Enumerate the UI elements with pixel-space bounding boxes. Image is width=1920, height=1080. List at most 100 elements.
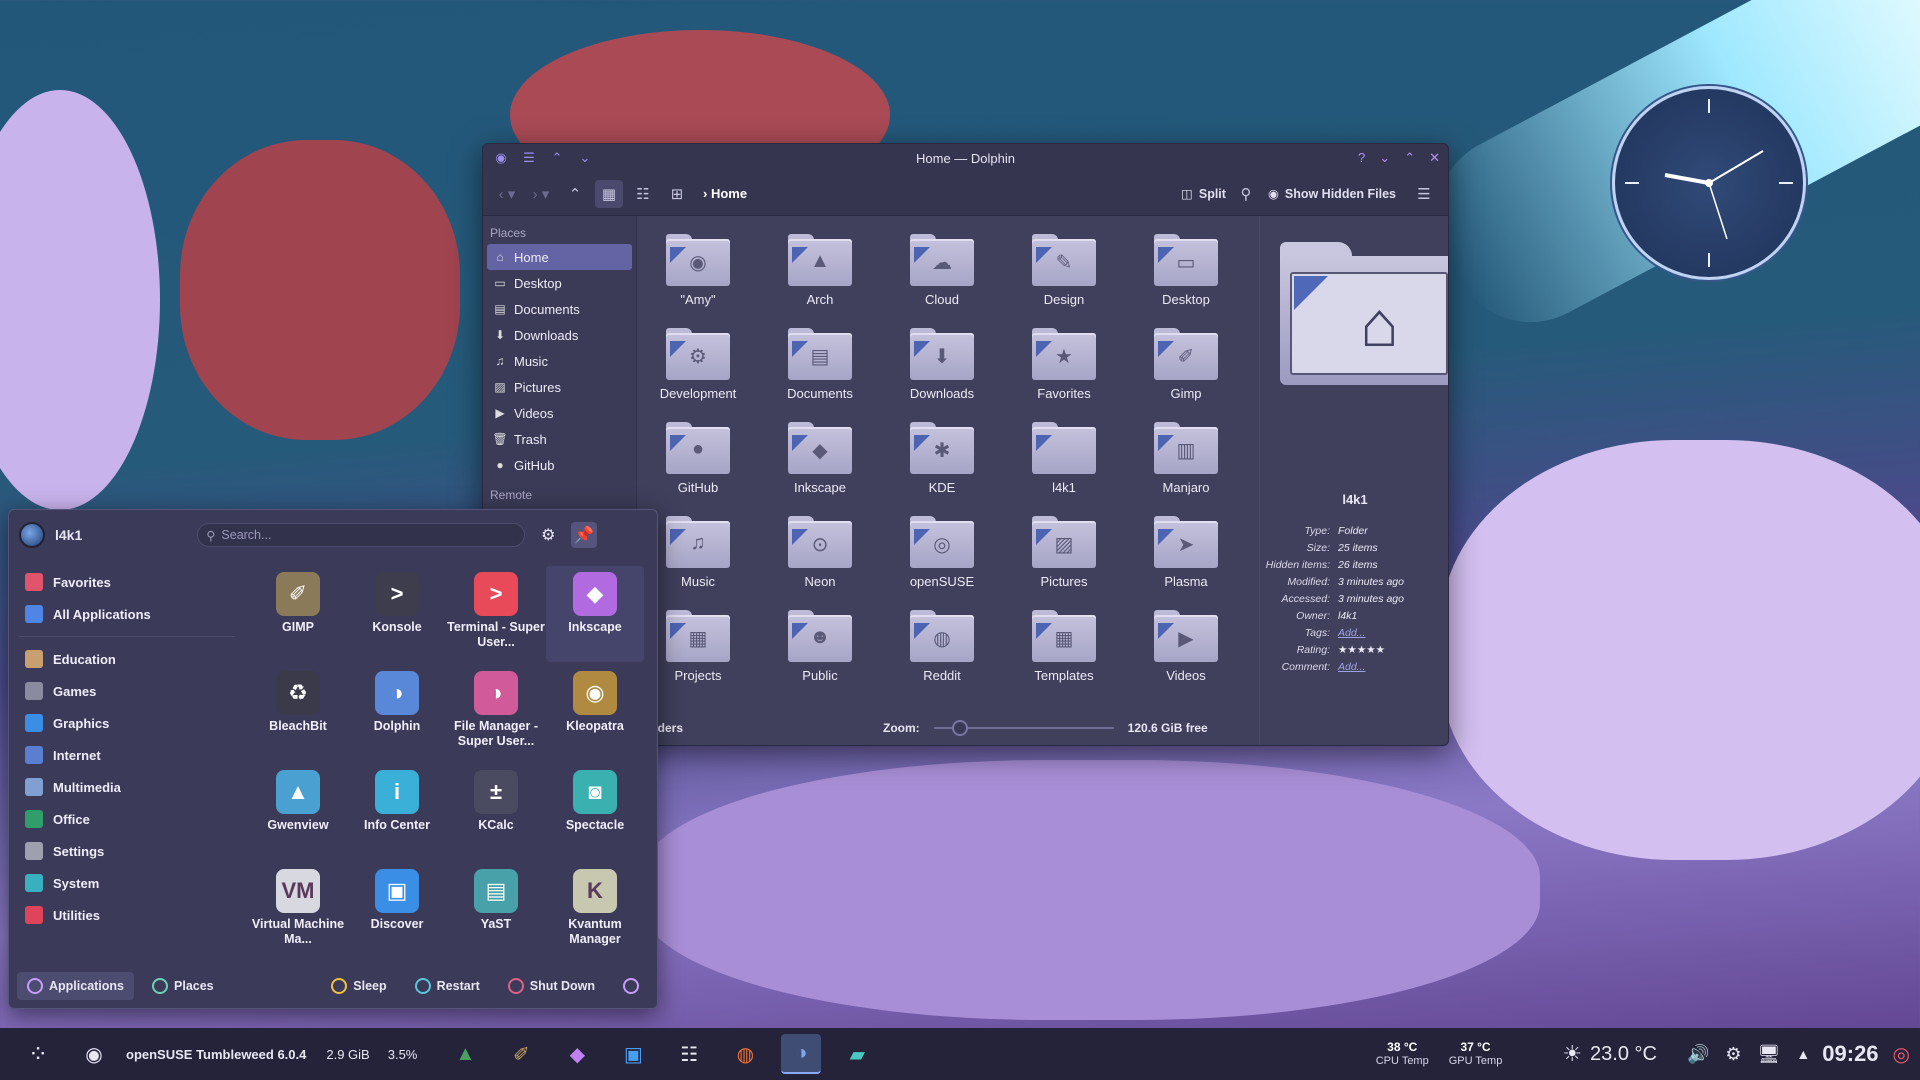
weather-temp[interactable]: 23.0 °C (1590, 1043, 1657, 1066)
keep-above-icon[interactable]: ⌃ (547, 148, 567, 168)
applications-tab[interactable]: Applications (17, 972, 135, 1000)
app-info[interactable]: i Info Center (348, 764, 446, 860)
zoom-slider[interactable] (933, 720, 1114, 736)
category-utilities[interactable]: Utilities (9, 899, 245, 931)
window-titlebar[interactable]: ◉ ☰ ⌃ ⌄ Home — Dolphin ? ⌄ ⌃ ✕ (483, 144, 1448, 172)
folder-item[interactable]: ▶ Videos (1131, 610, 1241, 700)
metadata-value[interactable]: Add... (1338, 661, 1365, 673)
opensuse-logo-icon[interactable]: ◎ (1893, 1042, 1910, 1067)
folder-item[interactable]: ⚙ Development (643, 328, 753, 418)
places-item-github[interactable]: ● GitHub (487, 452, 632, 478)
search-icon[interactable]: ⚲ (1232, 180, 1260, 208)
avatar[interactable] (19, 522, 45, 548)
app-dolphin[interactable]: ◑ Dolphin (348, 665, 446, 761)
help-icon[interactable]: ? (1358, 150, 1365, 166)
weather-sun-icon[interactable]: ☀ (1562, 1041, 1582, 1067)
folder-item[interactable]: ◍ Reddit (887, 610, 997, 700)
show-hidden-files-button[interactable]: ◉ Show Hidden Files (1268, 186, 1396, 202)
folder-item[interactable]: ♫ Music (643, 516, 753, 606)
category-education[interactable]: Education (9, 643, 245, 675)
discover-task-icon[interactable]: ▣ (613, 1034, 653, 1074)
folder-item[interactable]: ▲ Arch (765, 234, 875, 324)
hamburger-menu-icon[interactable]: ☰ (1410, 180, 1438, 208)
places-item-home[interactable]: ⌂ Home (487, 244, 632, 270)
up-icon[interactable]: ⌃ (561, 180, 589, 208)
firefox-task-icon[interactable]: ◍ (725, 1034, 765, 1074)
folder-item[interactable]: ▭ Desktop (1131, 234, 1241, 324)
kvantum-task-icon[interactable]: ▰ (837, 1034, 877, 1074)
app-spectacle[interactable]: ◙ Spectacle (546, 764, 644, 860)
sleep-button[interactable]: Sleep (321, 972, 396, 1000)
maximize-icon[interactable]: ⌃ (1404, 150, 1415, 166)
places-item-desktop[interactable]: ▭ Desktop (487, 270, 632, 296)
folder-item[interactable]: ⊙ Neon (765, 516, 875, 606)
details-view-icon[interactable]: ☷ (629, 180, 657, 208)
notifications-icon[interactable]: ⚙ (1725, 1044, 1741, 1065)
category-all-applications[interactable]: All Applications (9, 598, 245, 630)
restart-button[interactable]: Restart (405, 972, 490, 1000)
metadata-value[interactable]: Add... (1338, 627, 1365, 639)
app-file[interactable]: ◑ File Manager - Super User... (447, 665, 545, 761)
app-terminal[interactable]: > Terminal - Super User... (447, 566, 545, 662)
menu-icon[interactable]: ☰ (519, 148, 539, 168)
launcher-button[interactable]: ⁘ (18, 1034, 58, 1074)
settings-gear-icon[interactable]: ⚙ (535, 522, 561, 548)
category-favorites[interactable]: Favorites (9, 566, 245, 598)
gwenview-task-icon[interactable]: ▲ (445, 1034, 485, 1074)
inkscape-task-icon[interactable]: ◆ (557, 1034, 597, 1074)
app-inkscape[interactable]: ◆ Inkscape (546, 566, 644, 662)
folder-item[interactable]: ⬇ Downloads (887, 328, 997, 418)
places-item-trash[interactable]: 🗑 Trash (487, 426, 632, 452)
category-multimedia[interactable]: Multimedia (9, 771, 245, 803)
app-kcalc[interactable]: ± KCalc (447, 764, 545, 860)
folder-item[interactable]: ▦ Projects (643, 610, 753, 700)
app-dolphin-icon[interactable]: ◉ (491, 148, 511, 168)
places-item-documents[interactable]: ▤ Documents (487, 296, 632, 322)
folder-item[interactable]: ◎ openSUSE (887, 516, 997, 606)
folder-item[interactable]: l4k1 (1009, 422, 1119, 512)
leave-button[interactable] (613, 972, 649, 1000)
folder-item[interactable]: ◉ "Amy" (643, 234, 753, 324)
folder-item[interactable]: ▤ Documents (765, 328, 875, 418)
folder-item[interactable]: ✎ Design (1009, 234, 1119, 324)
app-kvantum[interactable]: K Kvantum Manager (546, 863, 644, 959)
app-virtual[interactable]: VM Virtual Machine Ma... (249, 863, 347, 959)
folder-item[interactable]: ◆ Inkscape (765, 422, 875, 512)
search-input[interactable]: ⚲ Search... (197, 523, 526, 547)
places-item-downloads[interactable]: ⬇ Downloads (487, 322, 632, 348)
folder-item[interactable]: ▨ Pictures (1009, 516, 1119, 606)
folder-item[interactable]: ▦ Templates (1009, 610, 1119, 700)
pin-icon[interactable]: 📌 (571, 522, 598, 548)
icons-view-icon[interactable]: ▦ (595, 179, 623, 208)
places-item-videos[interactable]: ▶ Videos (487, 400, 632, 426)
places-tab[interactable]: Places (142, 972, 224, 1000)
gimp-task-icon[interactable]: ✐ (501, 1034, 541, 1074)
app-yast[interactable]: ▤ YaST (447, 863, 545, 959)
folder-item[interactable]: ➤ Plasma (1131, 516, 1241, 606)
folder-item[interactable]: ● GitHub (643, 422, 753, 512)
clock-time[interactable]: 09:26 (1822, 1041, 1878, 1067)
keep-below-icon[interactable]: ⌄ (575, 148, 595, 168)
category-office[interactable]: Office (9, 803, 245, 835)
tray-expand-icon[interactable]: ▲ (1796, 1046, 1810, 1062)
folder-item[interactable]: ★ Favorites (1009, 328, 1119, 418)
folder-item[interactable]: ✱ KDE (887, 422, 997, 512)
tree-view-icon[interactable]: ⊞ (663, 180, 691, 208)
app-gwenview[interactable]: ▲ Gwenview (249, 764, 347, 860)
back-icon[interactable]: ‹ ▾ (493, 180, 521, 208)
folder-item[interactable]: ✐ Gimp (1131, 328, 1241, 418)
category-settings[interactable]: Settings (9, 835, 245, 867)
app-discover[interactable]: ▣ Discover (348, 863, 446, 959)
dolphin-task-icon[interactable]: ◑ (781, 1034, 822, 1074)
close-icon[interactable]: ✕ (1429, 150, 1440, 166)
settings-task-icon[interactable]: ☷ (669, 1034, 709, 1074)
category-games[interactable]: Games (9, 675, 245, 707)
app-kleopatra[interactable]: ◉ Kleopatra (546, 665, 644, 761)
folder-item[interactable]: ☁ Cloud (887, 234, 997, 324)
network-icon[interactable]: 🖥 (1758, 1044, 1781, 1065)
breadcrumb-home[interactable]: Home (711, 186, 747, 201)
breadcrumb[interactable]: › Home (703, 186, 747, 201)
toggle-icon[interactable]: ◉ (74, 1034, 114, 1074)
places-item-pictures[interactable]: ▨ Pictures (487, 374, 632, 400)
volume-icon[interactable]: 🔊 (1687, 1044, 1709, 1065)
